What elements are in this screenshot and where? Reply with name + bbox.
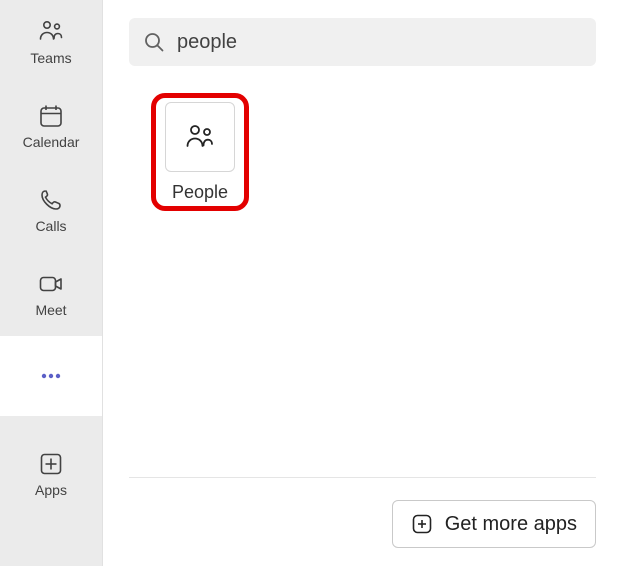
plus-icon [411, 513, 433, 535]
people-icon [183, 120, 217, 154]
panel-footer: Get more apps [129, 477, 596, 548]
apps-search-input[interactable] [177, 31, 582, 54]
calls-icon [37, 186, 65, 214]
get-more-apps-button[interactable]: Get more apps [392, 500, 596, 548]
nav-teams[interactable]: Teams [0, 0, 102, 84]
nav-label: Meet [35, 302, 66, 318]
nav-label: Teams [30, 50, 71, 66]
nav-label: Apps [35, 482, 67, 498]
app-result-people: People [165, 102, 235, 203]
apps-results: People [129, 66, 596, 477]
nav-calls[interactable]: Calls [0, 168, 102, 252]
calendar-icon [37, 102, 65, 130]
apps-icon [37, 450, 65, 478]
meet-icon [37, 270, 65, 298]
button-label: Get more apps [445, 513, 577, 536]
teams-icon [37, 18, 65, 46]
more-icon [37, 362, 65, 390]
nav-more[interactable] [0, 336, 102, 416]
people-app-tile[interactable] [165, 102, 235, 172]
nav-meet[interactable]: Meet [0, 252, 102, 336]
app-label: People [172, 182, 228, 203]
nav-apps[interactable]: Apps [0, 432, 102, 516]
more-apps-panel: People Get more apps [102, 0, 630, 566]
apps-search-bar[interactable] [129, 18, 596, 66]
nav-label: Calendar [23, 134, 80, 150]
nav-calendar[interactable]: Calendar [0, 84, 102, 168]
search-icon [143, 31, 165, 53]
nav-label: Calls [35, 218, 66, 234]
app-rail: Teams Calendar Calls [0, 0, 102, 566]
